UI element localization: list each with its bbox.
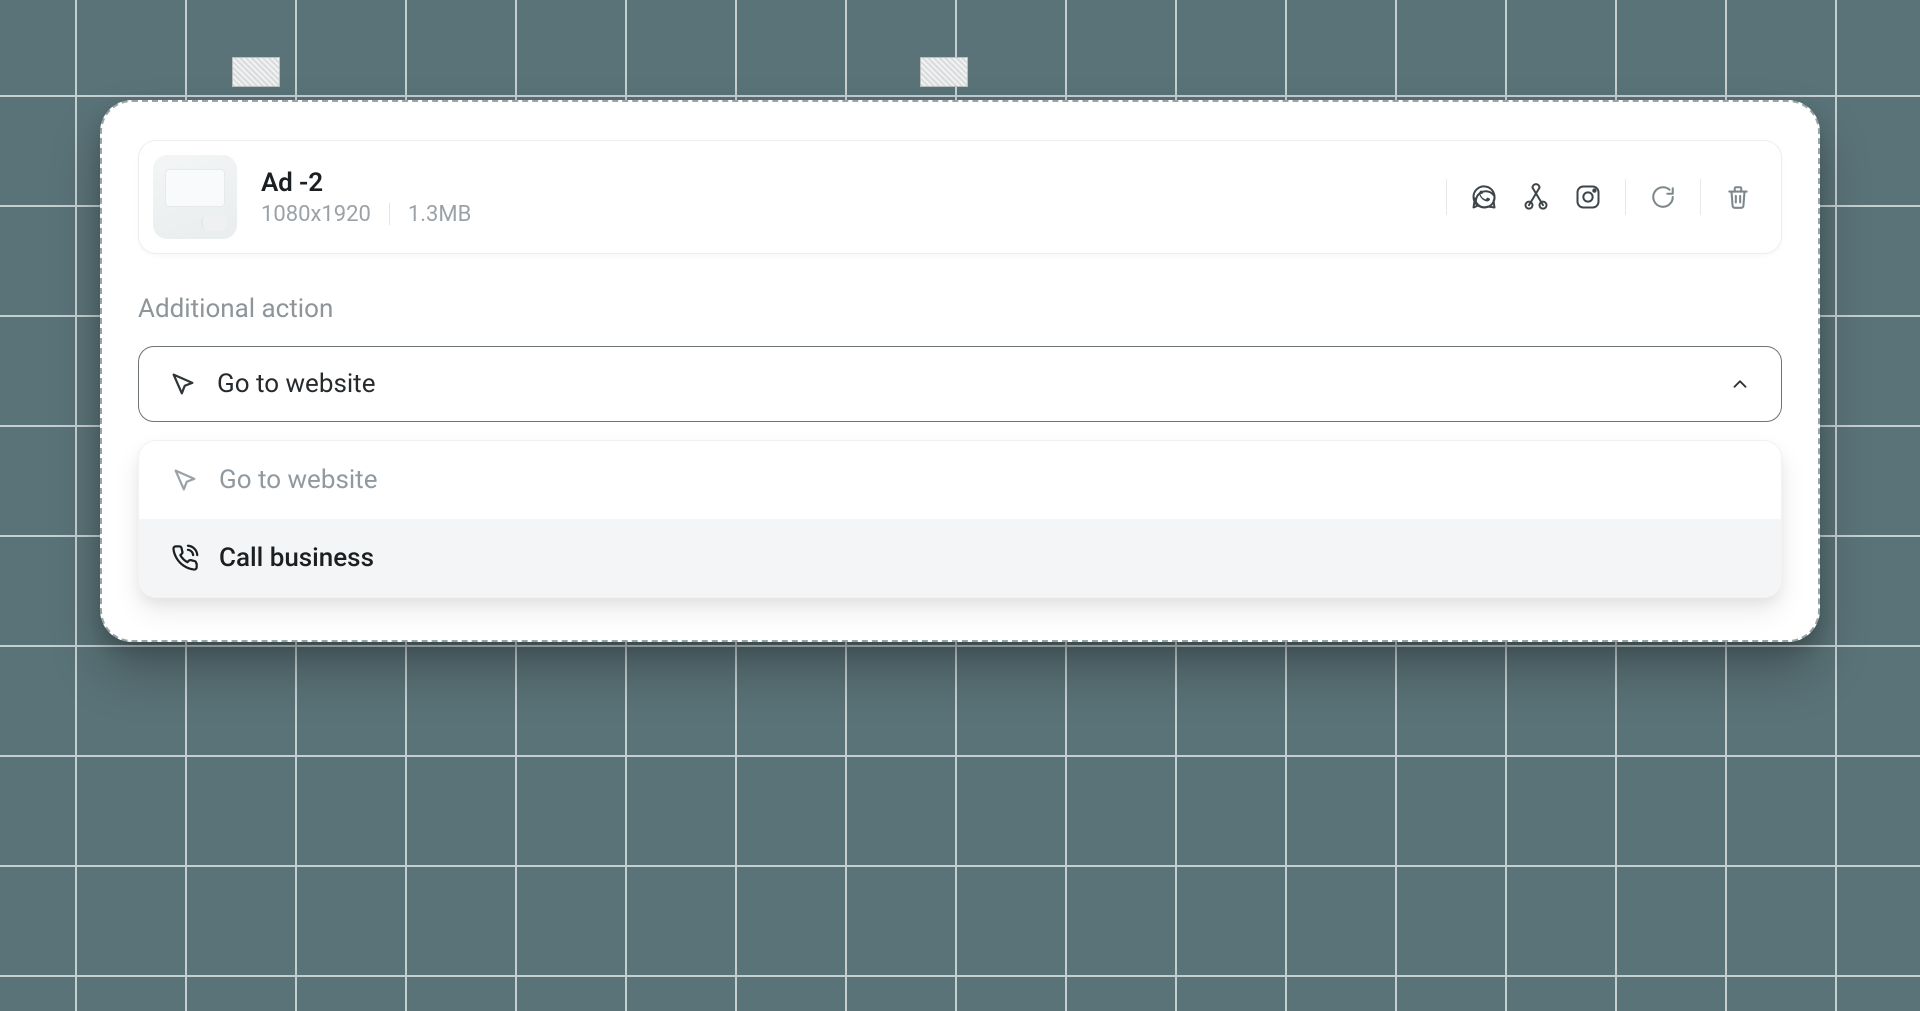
refresh-button[interactable]: [1648, 182, 1678, 212]
whatsapp-icon: [1469, 182, 1499, 212]
ad-title: Ad -2: [261, 168, 1422, 198]
cursor-icon: [169, 370, 197, 398]
ad-meta: 1080x1920 1.3MB: [261, 202, 1422, 227]
phone-icon: [171, 544, 199, 572]
ad-thumbnail: [153, 155, 237, 239]
option-label: Go to website: [219, 465, 377, 495]
delete-button[interactable]: [1723, 182, 1753, 212]
action-dropdown: Go to website Call business: [138, 440, 1782, 598]
google-ads-icon: [1521, 182, 1551, 212]
chevron-up-icon: [1729, 373, 1751, 395]
instagram-icon: [1573, 182, 1603, 212]
content-card: Ad -2 1080x1920 1.3MB: [100, 100, 1820, 642]
select-value: Go to website: [217, 369, 1709, 399]
meta-separator: [389, 203, 390, 225]
ad-item-row: Ad -2 1080x1920 1.3MB: [138, 140, 1782, 254]
resize-handle[interactable]: [232, 57, 280, 87]
actions-separator: [1446, 179, 1447, 215]
actions-separator: [1700, 179, 1701, 215]
ad-filesize: 1.3MB: [408, 202, 471, 227]
option-go-to-website[interactable]: Go to website: [139, 441, 1781, 519]
ad-actions: [1446, 179, 1753, 215]
action-select[interactable]: Go to website: [138, 346, 1782, 422]
additional-action-label: Additional action: [138, 294, 1782, 324]
ad-dimensions: 1080x1920: [261, 202, 371, 227]
resize-handle[interactable]: [920, 57, 968, 87]
actions-separator: [1625, 179, 1626, 215]
option-call-business[interactable]: Call business: [139, 519, 1781, 597]
option-label: Call business: [219, 543, 374, 573]
cursor-icon: [171, 466, 199, 494]
